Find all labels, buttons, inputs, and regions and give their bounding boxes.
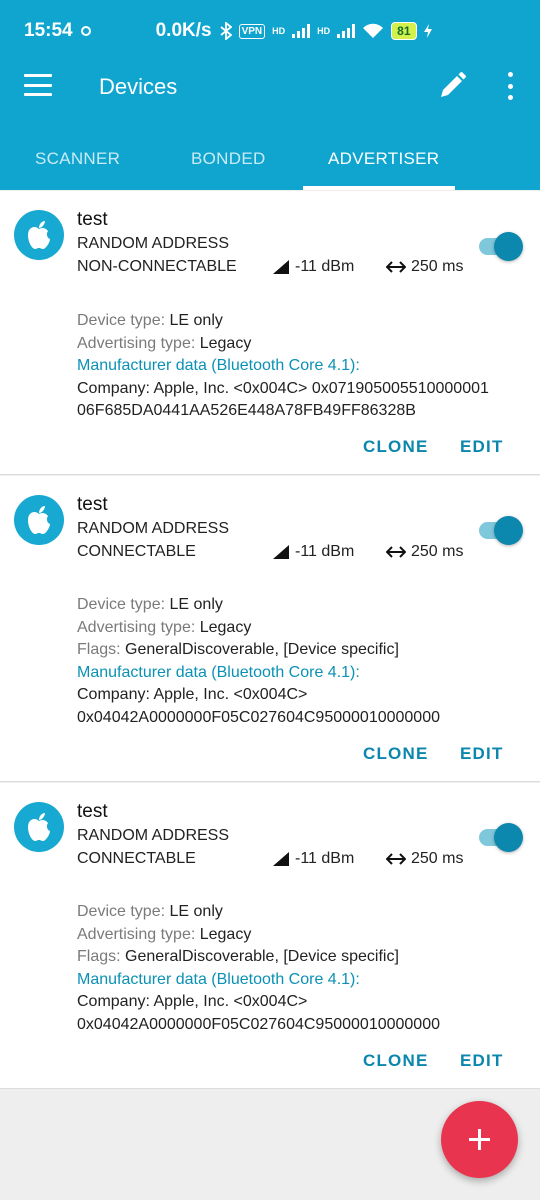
tx-power: -11 dBm bbox=[272, 543, 354, 561]
hd-label-2: HD bbox=[317, 26, 331, 36]
flags-value: GeneralDiscoverable, [Device specific] bbox=[125, 948, 399, 965]
tx-power-value: -11 dBm bbox=[295, 850, 355, 867]
tx-power-value: -11 dBm bbox=[295, 258, 355, 275]
toolbar: Devices bbox=[0, 62, 540, 110]
advertiser-card[interactable]: test RANDOM ADDRESS CONNECTABLE -11 dBm … bbox=[0, 476, 540, 782]
device-type-label: Device type: bbox=[77, 596, 166, 613]
adv-type-label: Advertising type: bbox=[77, 618, 196, 636]
tab-scanner[interactable]: SCANNER bbox=[35, 149, 120, 169]
connectable-status: NON-CONNECTABLE bbox=[77, 258, 237, 275]
device-type-label: Device type: bbox=[77, 903, 166, 920]
signal-icon bbox=[292, 24, 311, 38]
apple-logo-icon bbox=[14, 210, 64, 260]
advertiser-details: Device type: LE only Advertising type: L… bbox=[77, 310, 489, 423]
connectable-status: CONNECTABLE bbox=[77, 850, 196, 867]
edit-button[interactable]: EDIT bbox=[460, 744, 504, 764]
device-type-value: LE only bbox=[169, 312, 223, 329]
charging-icon bbox=[423, 24, 432, 38]
adv-type-value: Legacy bbox=[199, 925, 252, 943]
enable-toggle[interactable] bbox=[477, 822, 523, 852]
wifi-icon bbox=[363, 23, 384, 38]
tab-advertiser[interactable]: ADVERTISER bbox=[328, 149, 439, 169]
interval-arrows-icon bbox=[386, 546, 406, 558]
manufacturer-data-label: Manufacturer data (Bluetooth Core 4.1): bbox=[77, 970, 360, 988]
adv-type-label: Advertising type: bbox=[77, 925, 196, 943]
advertiser-name: test bbox=[77, 801, 108, 822]
interval-value: 250 ms bbox=[411, 258, 464, 275]
clone-button[interactable]: CLONE bbox=[363, 744, 429, 764]
interval: 250 ms bbox=[386, 258, 463, 276]
connectable-status: CONNECTABLE bbox=[77, 543, 196, 560]
interval: 250 ms bbox=[386, 543, 463, 561]
page-title: Devices bbox=[99, 74, 178, 99]
signal-strength-icon bbox=[273, 260, 289, 274]
device-type-value: LE only bbox=[169, 596, 223, 613]
tx-power-value: -11 dBm bbox=[295, 543, 355, 560]
interval-value: 250 ms bbox=[411, 850, 464, 867]
pencil-icon[interactable] bbox=[436, 70, 468, 102]
manufacturer-data-line1: Company: Apple, Inc. <0x004C> bbox=[77, 686, 308, 703]
tab-indicator bbox=[303, 186, 455, 190]
advertiser-card[interactable]: test RANDOM ADDRESS NON-CONNECTABLE -11 … bbox=[0, 191, 540, 475]
device-type-label: Device type: bbox=[77, 312, 166, 329]
manufacturer-data-line1: Company: Apple, Inc. <0x004C> bbox=[77, 993, 308, 1010]
manufacturer-data-line2: 06F685DA0441AA526E448A78FB49FF86328B bbox=[77, 402, 416, 419]
signal-strength-icon bbox=[273, 545, 289, 559]
flags-label: Flags: bbox=[77, 641, 121, 658]
signal-icon-2 bbox=[337, 24, 356, 38]
interval-arrows-icon bbox=[386, 261, 406, 273]
enable-toggle[interactable] bbox=[477, 515, 523, 545]
address-type: RANDOM ADDRESS bbox=[77, 235, 230, 252]
tx-power: -11 dBm bbox=[272, 850, 354, 868]
app-header: 15:54 0.0K/s VPN HD HD 81 Devices SCANNE… bbox=[0, 0, 540, 190]
edit-button[interactable]: EDIT bbox=[460, 437, 504, 457]
tx-power: -11 dBm bbox=[272, 258, 354, 276]
status-icons: VPN HD HD 81 bbox=[220, 22, 432, 40]
adv-type-value: Legacy bbox=[199, 334, 252, 352]
status-bar: 15:54 0.0K/s VPN HD HD 81 bbox=[0, 0, 540, 62]
battery-badge: 81 bbox=[391, 22, 417, 40]
advertiser-details: Device type: LE only Advertising type: L… bbox=[77, 594, 440, 729]
status-time: 15:54 bbox=[24, 20, 73, 41]
manufacturer-data-line1: Company: Apple, Inc. <0x004C> 0x07190500… bbox=[77, 379, 489, 397]
flags-value: GeneralDiscoverable, [Device specific] bbox=[125, 641, 399, 658]
signal-strength-icon bbox=[273, 852, 289, 866]
clone-button[interactable]: CLONE bbox=[363, 437, 429, 457]
advertiser-details: Device type: LE only Advertising type: L… bbox=[77, 901, 440, 1036]
edit-button[interactable]: EDIT bbox=[460, 1051, 504, 1071]
tab-bar: SCANNER BONDED ADVERTISER bbox=[0, 135, 540, 190]
address-type: RANDOM ADDRESS bbox=[77, 520, 230, 537]
manufacturer-data-label: Manufacturer data (Bluetooth Core 4.1): bbox=[77, 663, 360, 681]
manufacturer-data-label: Manufacturer data (Bluetooth Core 4.1): bbox=[77, 357, 360, 374]
net-speed: 0.0K/s bbox=[155, 20, 212, 41]
apple-logo-icon bbox=[14, 495, 64, 545]
adv-type-label: Advertising type: bbox=[77, 334, 196, 352]
vpn-badge: VPN bbox=[238, 23, 266, 39]
notification-icon bbox=[80, 26, 91, 36]
advertiser-card[interactable]: test RANDOM ADDRESS CONNECTABLE -11 dBm … bbox=[0, 783, 540, 1089]
flags-label: Flags: bbox=[77, 948, 121, 965]
manufacturer-data-line2: 0x04042A0000000F05C027604C95000010000000 bbox=[77, 1015, 440, 1033]
tab-bonded[interactable]: BONDED bbox=[191, 149, 266, 169]
advertiser-name: test bbox=[77, 494, 108, 515]
adv-type-value: Legacy bbox=[199, 618, 252, 636]
manufacturer-data-line2: 0x04042A0000000F05C027604C95000010000000 bbox=[77, 708, 440, 726]
bluetooth-icon bbox=[220, 22, 232, 40]
interval-value: 250 ms bbox=[411, 543, 464, 560]
advertiser-name: test bbox=[77, 209, 108, 230]
add-advertiser-button[interactable] bbox=[441, 1101, 518, 1178]
clone-button[interactable]: CLONE bbox=[363, 1051, 429, 1071]
enable-toggle[interactable] bbox=[477, 231, 523, 261]
device-type-value: LE only bbox=[169, 903, 223, 920]
interval: 250 ms bbox=[386, 850, 463, 868]
hd-label-1: HD bbox=[272, 26, 286, 36]
address-type: RANDOM ADDRESS bbox=[77, 827, 230, 844]
apple-logo-icon bbox=[14, 802, 64, 852]
interval-arrows-icon bbox=[386, 853, 406, 865]
menu-icon[interactable] bbox=[24, 74, 52, 96]
more-vert-icon[interactable] bbox=[498, 72, 522, 100]
